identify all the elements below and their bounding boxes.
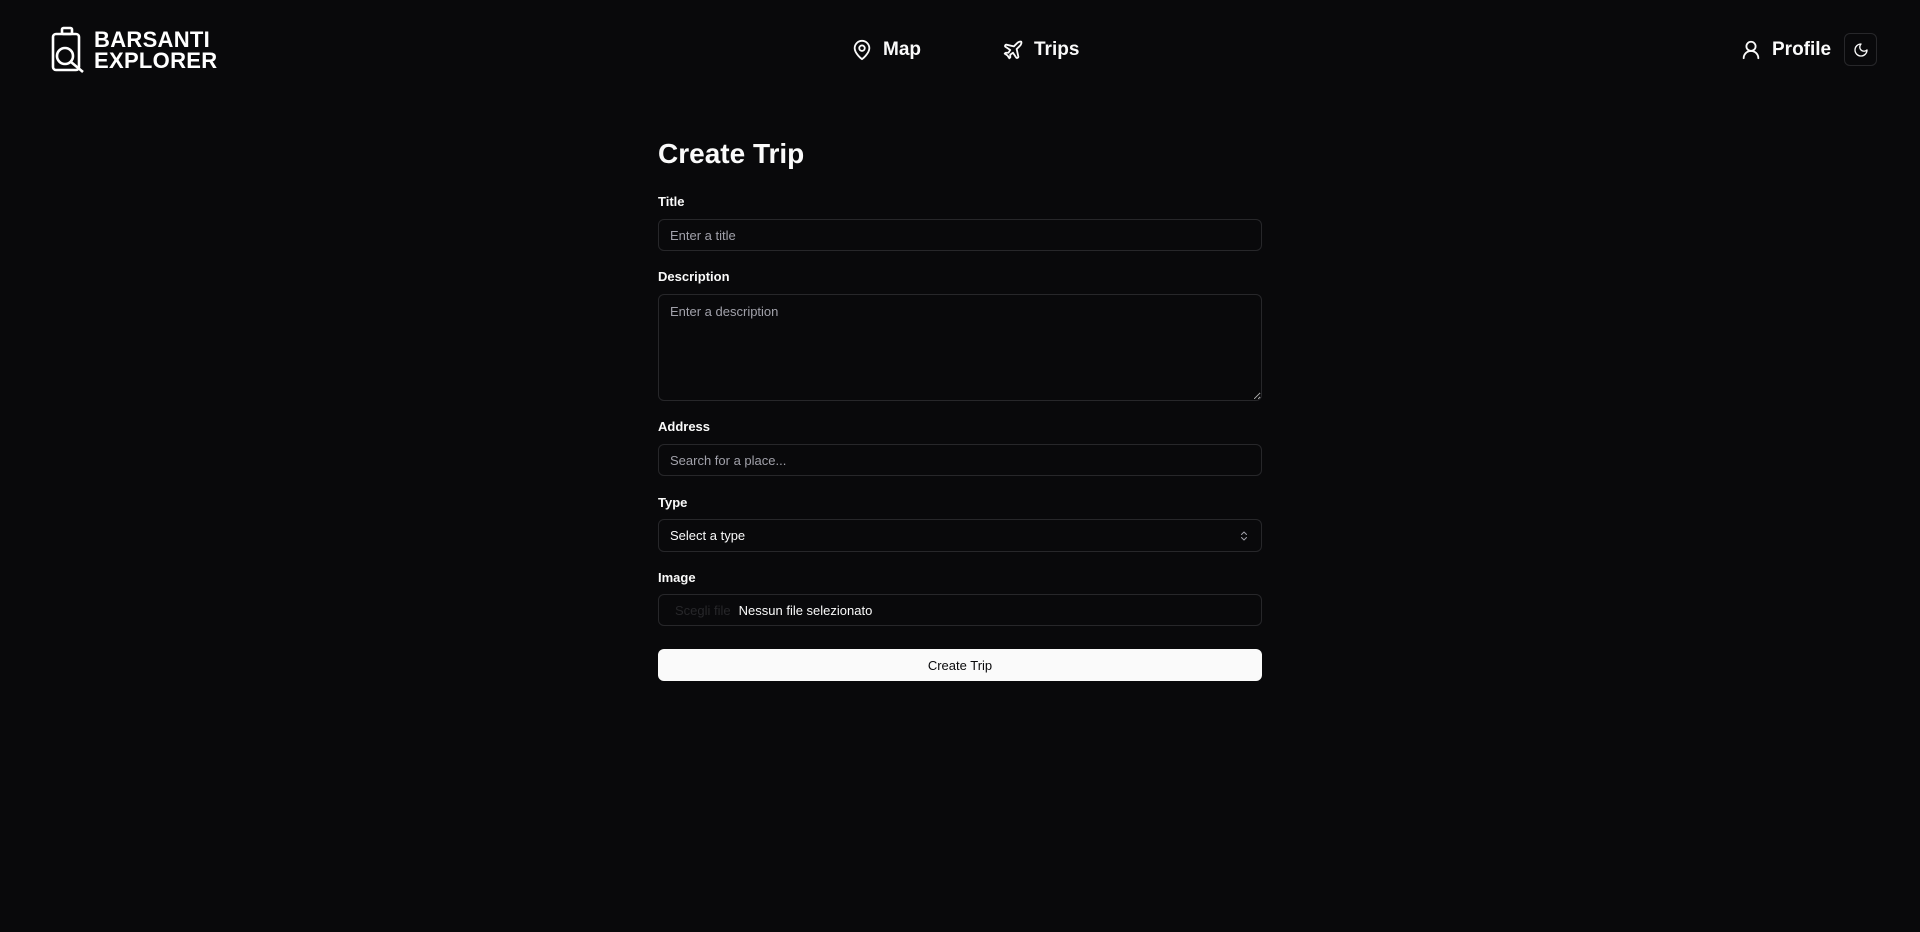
- brand-line1: BARSANTI: [94, 27, 211, 52]
- type-label: Type: [658, 495, 688, 510]
- page-title: Create Trip: [658, 138, 805, 169]
- title-input[interactable]: [658, 219, 1262, 251]
- create-trip-form: Create Trip Title Description Address Ty…: [658, 136, 1262, 681]
- type-select-value: Select a type: [670, 528, 746, 543]
- theme-toggle-button[interactable]: [1844, 33, 1877, 66]
- moon-icon: [1853, 42, 1868, 57]
- file-status-text: Nessun file selezionato: [738, 602, 873, 618]
- image-file-input[interactable]: Scegli file Nessun file selezionato: [658, 594, 1262, 626]
- nav-profile-label: Profile: [1772, 39, 1832, 60]
- image-label: Image: [658, 570, 696, 585]
- nav-map-label: Map: [883, 39, 921, 60]
- map-pin-icon: [853, 39, 871, 61]
- nav-profile-link[interactable]: Profile: [1740, 36, 1831, 64]
- user-icon: [1742, 40, 1760, 60]
- plane-icon: [1003, 40, 1023, 60]
- create-trip-button[interactable]: Create Trip: [658, 649, 1262, 681]
- chevrons-up-down-icon: [1241, 531, 1247, 540]
- type-select[interactable]: Select a type: [658, 519, 1262, 552]
- brand-logo[interactable]: BARSANTI EXPLORER: [50, 26, 217, 74]
- description-textarea[interactable]: [658, 294, 1262, 401]
- title-label: Title: [658, 194, 685, 209]
- suitcase-search-icon: [51, 26, 84, 73]
- nav-trips-label: Trips: [1034, 39, 1080, 60]
- brand-wordmark: BARSANTI EXPLORER: [94, 27, 218, 73]
- address-search-input[interactable]: [658, 444, 1262, 476]
- nav-map-link[interactable]: Map: [851, 36, 921, 64]
- nav-trips-link[interactable]: Trips: [1002, 36, 1079, 64]
- description-label: Description: [658, 269, 730, 284]
- address-label: Address: [658, 419, 711, 434]
- choose-file-button[interactable]: Scegli file: [670, 603, 731, 618]
- brand-line2: EXPLORER: [94, 48, 218, 73]
- top-navbar: BARSANTI EXPLORER Map Trips Profile: [0, 0, 1920, 100]
